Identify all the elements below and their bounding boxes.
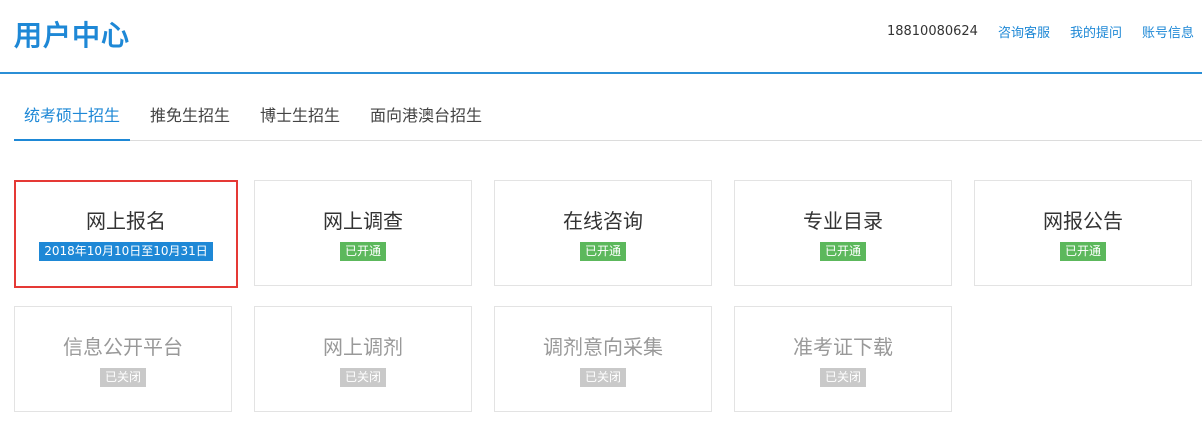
top-nav: 18810080624 咨询客服 我的提问 账号信息 bbox=[887, 22, 1194, 41]
status-badge: 已开通 bbox=[819, 242, 866, 261]
card-title: 在线咨询 bbox=[563, 209, 643, 233]
card-online-consult[interactable]: 在线咨询 已开通 bbox=[494, 180, 712, 286]
card-title: 专业目录 bbox=[803, 209, 883, 233]
card-online-registration[interactable]: 网上报名 2018年10月10日至10月31日 bbox=[14, 180, 238, 288]
tab-doctoral[interactable]: 博士生招生 bbox=[250, 96, 350, 141]
user-phone: 18810080624 bbox=[886, 24, 978, 39]
card-admission-ticket[interactable]: 准考证下载 已关闭 bbox=[734, 306, 952, 412]
tab-unified-masters[interactable]: 统考硕士招生 bbox=[14, 96, 131, 141]
card-title: 网上调查 bbox=[323, 209, 403, 233]
tab-hk-macau-taiwan[interactable]: 面向港澳台招生 bbox=[360, 96, 492, 141]
card-registration-notice[interactable]: 网报公告 已开通 bbox=[974, 180, 1192, 286]
status-badge: 已关闭 bbox=[819, 368, 866, 387]
card-title: 网上报名 bbox=[86, 209, 166, 233]
status-badge: 已开通 bbox=[579, 242, 626, 261]
my-questions-link[interactable]: 我的提问 bbox=[1070, 22, 1122, 41]
card-online-survey[interactable]: 网上调查 已开通 bbox=[254, 180, 472, 286]
status-badge: 2018年10月10日至10月31日 bbox=[39, 242, 213, 261]
header: 用户中心 18810080624 咨询客服 我的提问 账号信息 bbox=[0, 0, 1202, 74]
status-badge: 已关闭 bbox=[99, 368, 146, 387]
status-badge: 已关闭 bbox=[339, 368, 386, 387]
card-info-disclosure[interactable]: 信息公开平台 已关闭 bbox=[14, 306, 232, 412]
account-info-link[interactable]: 账号信息 bbox=[1142, 22, 1194, 41]
card-title: 网上调剂 bbox=[323, 335, 403, 359]
card-online-adjustment[interactable]: 网上调剂 已关闭 bbox=[254, 306, 472, 412]
card-adjustment-intent[interactable]: 调剂意向采集 已关闭 bbox=[494, 306, 712, 412]
page-logo-title: 用户中心 bbox=[14, 19, 131, 52]
card-title: 调剂意向采集 bbox=[543, 335, 663, 359]
status-badge: 已关闭 bbox=[579, 368, 626, 387]
card-title: 信息公开平台 bbox=[63, 335, 183, 359]
card-title: 网报公告 bbox=[1043, 209, 1123, 233]
tab-recommended[interactable]: 推免生招生 bbox=[140, 96, 240, 141]
card-title: 准考证下载 bbox=[793, 335, 893, 359]
status-badge: 已开通 bbox=[339, 242, 386, 261]
tab-bar: 统考硕士招生 推免生招生 博士生招生 面向港澳台招生 bbox=[14, 96, 1202, 141]
status-badge: 已开通 bbox=[1059, 242, 1106, 261]
card-major-catalog[interactable]: 专业目录 已开通 bbox=[734, 180, 952, 286]
customer-service-link[interactable]: 咨询客服 bbox=[998, 22, 1050, 41]
